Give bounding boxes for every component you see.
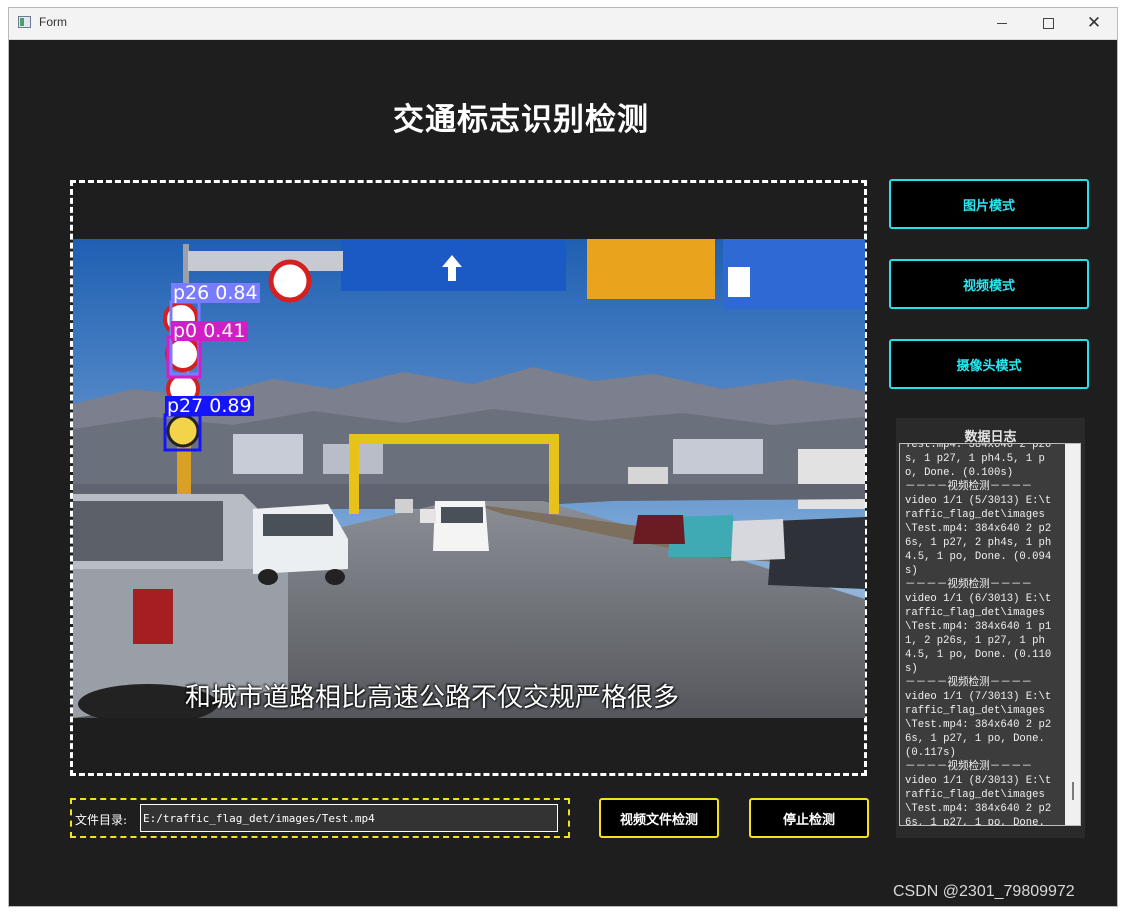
detection-label: p0 0.41 xyxy=(171,320,248,342)
detection-label: p26 0.84 xyxy=(171,282,260,304)
video-subtitle: 和城市道路相比高速公路不仅交规严格很多 xyxy=(185,683,680,713)
log-content: Test.mp4: 384x640 2 p26s, 1 p27, 1 ph4.5… xyxy=(905,443,1052,826)
scrollbar-thumb[interactable] xyxy=(1072,782,1074,800)
title-bar[interactable]: Form ✕ xyxy=(9,8,1117,40)
video-file-detect-button[interactable]: 视频文件检测 xyxy=(599,798,719,838)
camera-mode-button[interactable]: 摄像头模式 xyxy=(889,339,1089,389)
page-title: 交通标志识别检测 xyxy=(393,102,649,138)
minimize-button[interactable] xyxy=(979,8,1025,39)
data-log-panel: 数据日志 Test.mp4: 384x640 2 p26s, 1 p27, 1 … xyxy=(896,418,1085,838)
video-mode-button[interactable]: 视频模式 xyxy=(889,259,1089,309)
image-mode-button[interactable]: 图片模式 xyxy=(889,179,1089,229)
close-button[interactable]: ✕ xyxy=(1071,8,1117,39)
close-icon: ✕ xyxy=(1086,13,1102,33)
stop-detect-button[interactable]: 停止检测 xyxy=(749,798,869,838)
window-title: Form xyxy=(39,15,67,29)
watermark: CSDN @2301_79809972 xyxy=(893,883,1075,900)
app-window: Form ✕ 交通标志识别检测 p26 0.84 p0 0.41 p27 0.8… xyxy=(8,7,1118,907)
file-path-input[interactable] xyxy=(140,804,558,832)
log-scrollbar[interactable] xyxy=(1065,444,1080,825)
video-frame-image: p26 0.84 p0 0.41 p27 0.89 和城市道路相比高速公路不仅交… xyxy=(73,239,865,718)
maximize-icon xyxy=(1042,18,1054,29)
log-textbox[interactable]: Test.mp4: 384x640 2 p26s, 1 p27, 1 ph4.5… xyxy=(899,443,1081,826)
window-icon xyxy=(18,16,31,28)
minimize-icon xyxy=(997,23,1007,24)
maximize-button[interactable] xyxy=(1025,8,1071,39)
detection-label: p27 0.89 xyxy=(165,395,254,417)
road-scene-image xyxy=(73,239,865,718)
file-path-label: 文件目录: xyxy=(75,813,128,827)
